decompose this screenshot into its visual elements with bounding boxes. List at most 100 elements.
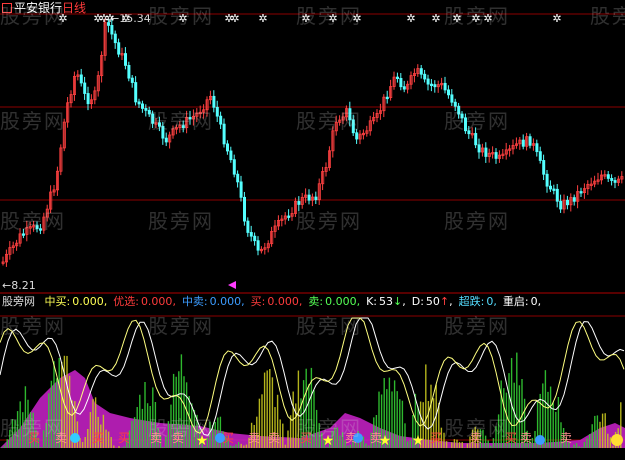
candle-body: [443, 82, 447, 91]
candle-body: [86, 93, 90, 105]
candle-body: [161, 125, 165, 139]
candle-body: [157, 122, 161, 127]
signal-marker: ✲: [121, 12, 130, 25]
candle-body: [246, 220, 250, 233]
candle-body: [242, 196, 246, 222]
signal-marker: ✲: [301, 12, 310, 25]
candle-body: [399, 78, 403, 88]
candle-body: [606, 174, 610, 179]
signal-marker: ✲: [483, 12, 492, 25]
indicator-sell: 买: 0.000,: [250, 295, 303, 308]
candle-body: [521, 139, 525, 147]
signal-dot: [535, 435, 545, 445]
signal-label-buy: 买: [430, 431, 442, 445]
signal-label-buy: 买: [505, 431, 517, 445]
candle-body: [552, 188, 556, 191]
indicator-restart: 重启: 0,: [502, 295, 542, 308]
signal-label-sell: 卖: [470, 431, 482, 445]
indicator-sell2: 卖: 0.000,: [308, 295, 361, 308]
indicator-value: 0.000: [209, 295, 242, 308]
signal-label-sell: 卖: [55, 431, 67, 445]
candle-body: [450, 94, 454, 103]
signal-label-sell: 卖: [268, 431, 280, 445]
signal-marker: ✲: [230, 12, 239, 25]
candle-body: [110, 25, 114, 35]
indicator-label: 买:: [250, 295, 266, 308]
candle-body: [457, 105, 461, 115]
current-pointer: [228, 281, 236, 289]
candle-body: [127, 65, 131, 79]
indicator-value: 0: [486, 295, 494, 308]
candle-body: [229, 150, 233, 161]
candle-body: [117, 42, 121, 55]
indicator-label: D:: [411, 295, 424, 308]
signal-marker: ✲: [258, 12, 267, 25]
candle-body: [219, 115, 223, 125]
indicator-panel-name: 股旁网: [2, 295, 35, 308]
indicator-value: 53: [379, 295, 394, 308]
candle-body: [225, 143, 229, 152]
candle-body: [144, 108, 148, 111]
candle-body: [181, 125, 185, 128]
candle-body: [314, 196, 318, 201]
star-icon: ★: [379, 433, 392, 449]
star-icon: ★: [412, 433, 425, 449]
indicator-label: 重启:: [502, 295, 529, 308]
indicator-value: 50: [425, 295, 440, 308]
indicator-label: 优选:: [113, 295, 139, 308]
indicator-oversold: 超跌: 0,: [458, 295, 497, 308]
signal-label-sell: 卖: [248, 431, 260, 445]
candle-body: [222, 123, 226, 145]
candle-body: [137, 101, 141, 105]
candle-body: [395, 76, 399, 79]
candle-body: [164, 137, 168, 143]
candle-body: [385, 96, 389, 100]
indicator-label: K:: [366, 295, 378, 308]
signal-label-sell: 卖: [150, 431, 162, 445]
candle-body: [287, 215, 291, 218]
candle-body: [232, 159, 236, 175]
candle-body: [124, 53, 128, 66]
indicator-label: 中卖:: [181, 295, 208, 308]
star-icon: ★: [196, 433, 209, 449]
candle-body: [134, 82, 138, 103]
candle-body: [113, 33, 117, 44]
indicator-k: K: 53↓,: [366, 295, 406, 308]
candle-body: [130, 77, 134, 83]
indicator-value: 0.000: [140, 295, 173, 308]
signal-dot: [215, 433, 225, 443]
price-chart[interactable]: ✲ ✲✲✲ ✲ ✲ ✲✲ ✲ ✲ ✲ ✲ ✲ ✲ ✲ ✲ ✲ ✲买卖买买卖卖买卖卖买卖卖买卖买卖卖★ ★ ★ ★: [0, 0, 625, 460]
signal-label-buy: 买: [92, 431, 104, 445]
indicator-sell_mid: 中卖: 0.000,: [181, 295, 245, 308]
indicator-d: D: 50↑,: [411, 295, 453, 308]
signal-label-sell: 卖: [520, 431, 532, 445]
candle-body: [147, 109, 151, 115]
signal-marker: ✲: [58, 12, 67, 25]
indicator-arrow: ↓: [393, 295, 403, 308]
candle-body: [188, 117, 192, 120]
candle-body: [35, 225, 39, 230]
candle-body: [21, 233, 25, 236]
indicator-value: 0.000: [267, 295, 299, 308]
candle-body: [423, 73, 427, 80]
candle-body: [297, 201, 301, 205]
candle-body: [433, 84, 437, 88]
candle-body: [355, 132, 359, 140]
candle-body: [239, 181, 243, 198]
candle-body: [446, 89, 450, 96]
candle-body: [307, 194, 311, 201]
signal-marker: ✲: [406, 12, 415, 25]
candle-body: [429, 83, 433, 87]
candle-body: [140, 103, 144, 109]
signal-label-sell: 卖: [172, 431, 184, 445]
candle-body: [610, 178, 614, 181]
candle-body: [613, 180, 617, 183]
indicator-value: 0.000: [72, 295, 104, 308]
signal-label-buy: 买: [300, 431, 312, 445]
signal-dot: [611, 434, 623, 446]
candle-body: [528, 136, 532, 146]
indicator-arrow: ↑: [439, 295, 450, 308]
signal-label-buy: 买: [28, 431, 40, 445]
candle-body: [351, 119, 355, 134]
candle-body: [474, 133, 478, 146]
